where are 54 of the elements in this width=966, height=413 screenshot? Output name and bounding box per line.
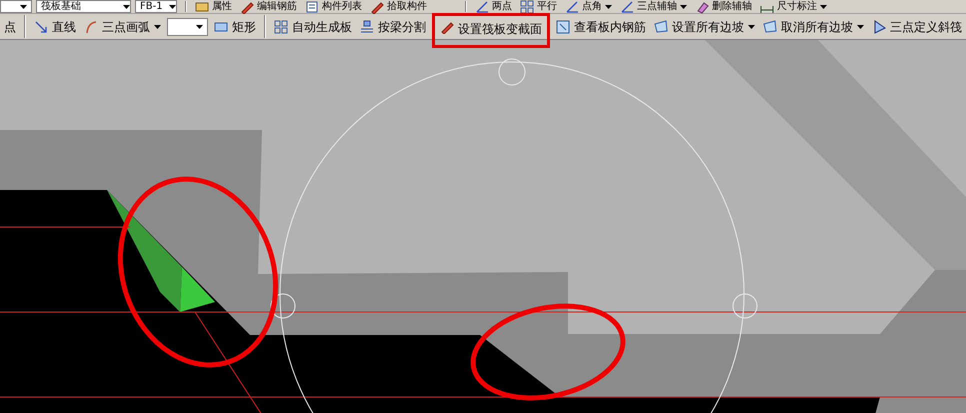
toolbar-button[interactable]: 拾取构件 bbox=[366, 0, 431, 13]
toolbar-button[interactable]: 两点 bbox=[471, 0, 516, 13]
toolbar-button[interactable]: 矩形 bbox=[210, 16, 260, 38]
slab-view-icon bbox=[556, 20, 570, 34]
toolbar-button[interactable]: 三点辅轴 bbox=[616, 0, 691, 13]
line-icon bbox=[34, 20, 48, 34]
dropdown-field[interactable] bbox=[167, 18, 208, 36]
dropdown-field[interactable]: FB-1 bbox=[135, 0, 177, 13]
toolbar-button[interactable]: 三点定义斜筏 bbox=[868, 16, 966, 38]
eraser-icon bbox=[695, 0, 709, 14]
toolbar-button[interactable]: 尺寸标注 bbox=[756, 0, 831, 13]
caret-icon bbox=[196, 24, 203, 28]
toolbar-button[interactable]: 三点画弧 bbox=[80, 16, 165, 38]
arc-icon bbox=[84, 20, 98, 34]
pencil-icon bbox=[240, 0, 254, 14]
triangle-icon bbox=[872, 20, 886, 34]
toolbar-button[interactable]: 删除辅轴 bbox=[691, 0, 756, 13]
angle-line-icon bbox=[620, 0, 634, 14]
toolbar-button[interactable]: 设置所有边坡 bbox=[650, 16, 759, 38]
caret-icon bbox=[154, 24, 161, 28]
caret-icon bbox=[820, 4, 827, 8]
toolbar-button[interactable]: 编辑钢筋 bbox=[236, 0, 301, 13]
caret-icon bbox=[857, 24, 864, 28]
caret-icon bbox=[169, 4, 176, 8]
grid-icon bbox=[274, 20, 288, 34]
dropdown-field[interactable]: 筏板基础 bbox=[36, 0, 131, 13]
list-icon bbox=[305, 0, 319, 14]
properties-icon bbox=[195, 0, 209, 14]
dropdown-field[interactable] bbox=[0, 0, 32, 13]
pencil-icon bbox=[370, 0, 384, 14]
angle-line-icon bbox=[565, 0, 579, 14]
pencil-icon bbox=[440, 20, 454, 34]
toolbar-button[interactable]: 自动生成板 bbox=[270, 16, 356, 38]
toolbar-button[interactable]: 设置筏板变截面 bbox=[432, 13, 550, 48]
grid-icon bbox=[520, 0, 534, 14]
toolbar-button[interactable]: 按梁分割 bbox=[356, 16, 430, 38]
toolbar-button[interactable]: 构件列表 bbox=[301, 0, 366, 13]
caret-icon bbox=[605, 4, 612, 8]
rectangle-icon bbox=[214, 20, 228, 34]
caret-icon bbox=[680, 4, 687, 8]
caret-icon bbox=[748, 24, 755, 28]
toolbar-button[interactable]: 直线 bbox=[30, 16, 80, 38]
toolbar-button[interactable]: 点角 bbox=[561, 0, 616, 13]
toolbar-button[interactable]: 查看板内钢筋 bbox=[552, 16, 650, 38]
toolbar-button[interactable]: 属性 bbox=[191, 0, 236, 13]
caret-icon bbox=[123, 4, 130, 8]
angle-line-icon bbox=[475, 0, 489, 14]
caret-icon bbox=[20, 4, 27, 8]
slope-icon bbox=[763, 20, 777, 34]
toolbar-button[interactable]: 平行 bbox=[516, 0, 561, 13]
toolbar-button[interactable]: 点 bbox=[0, 16, 20, 38]
slope-icon bbox=[654, 20, 668, 34]
split-icon bbox=[360, 20, 374, 34]
toolbar-button[interactable]: 取消所有边坡 bbox=[759, 16, 868, 38]
